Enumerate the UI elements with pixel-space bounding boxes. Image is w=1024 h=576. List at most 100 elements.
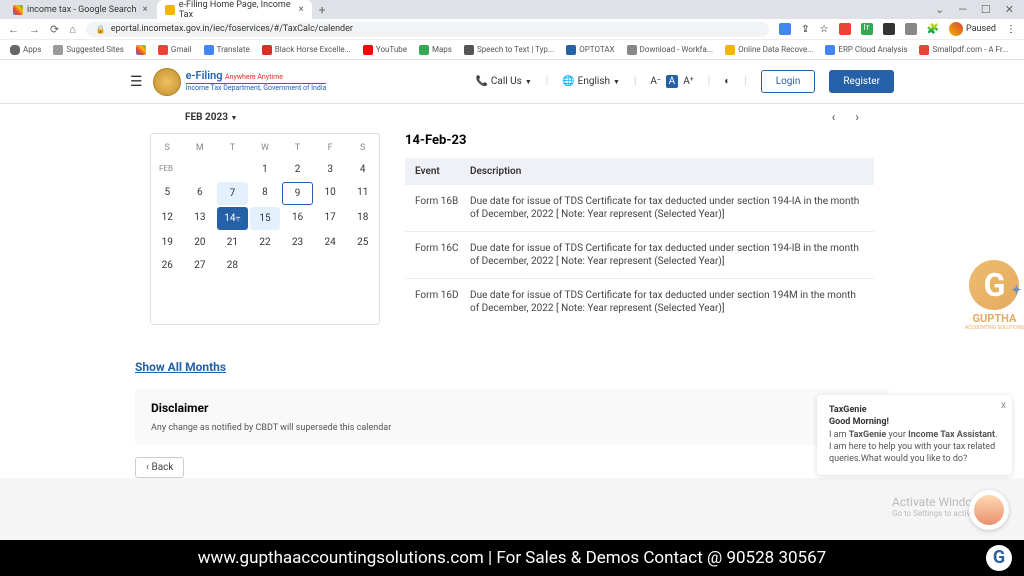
ext-icon[interactable] xyxy=(839,23,851,35)
phone-icon: 📞 xyxy=(475,76,487,87)
language-dropdown[interactable]: 🌐 English ▼ xyxy=(562,76,620,87)
bookmarks-bar: Apps Suggested Sites Gmail Translate Bla… xyxy=(0,39,1024,59)
hamburger-icon[interactable]: ☰ xyxy=(130,74,143,90)
ext-icon[interactable] xyxy=(905,23,917,35)
bookmark-speech[interactable]: Speech to Text | Typ... xyxy=(464,45,554,55)
youtube-icon xyxy=(363,45,373,55)
bookmark-blackhorse[interactable]: Black Horse Excelle... xyxy=(262,45,351,55)
calendar-day-outlined[interactable]: 9 xyxy=(282,182,313,205)
calendar-day-selected[interactable]: 14⥾ xyxy=(217,207,248,230)
show-all-months-link[interactable]: Show All Months xyxy=(135,360,889,374)
calendar-day[interactable]: 22 xyxy=(249,231,282,254)
mic-icon xyxy=(464,45,474,55)
calendar-day[interactable]: 24 xyxy=(314,231,347,254)
new-tab-button[interactable]: + xyxy=(319,3,326,17)
close-icon[interactable]: × xyxy=(142,4,147,15)
ext-icon[interactable] xyxy=(883,23,895,35)
month-badge: FEB xyxy=(151,158,184,181)
login-button[interactable]: Login xyxy=(761,70,816,93)
calendar-day-highlighted[interactable]: 15 xyxy=(250,207,281,230)
calendar-day[interactable]: 13 xyxy=(184,206,217,231)
ext-icon[interactable]: Iт xyxy=(861,23,873,35)
url-text: eportal.incometax.gov.in/iec/foservices/… xyxy=(111,24,353,34)
next-month-icon[interactable]: › xyxy=(855,110,859,124)
back-icon[interactable]: ← xyxy=(8,23,19,36)
calendar-day[interactable]: 20 xyxy=(184,231,217,254)
tab-google[interactable]: income tax - Google Search × xyxy=(5,0,156,19)
profile-paused[interactable]: Paused xyxy=(949,22,996,36)
close-icon[interactable]: × xyxy=(298,4,303,15)
calendar-day[interactable]: 17 xyxy=(314,206,347,231)
month-label[interactable]: FEB 2023 ▼ xyxy=(185,112,237,123)
calendar-day[interactable]: 8 xyxy=(249,181,282,206)
share-icon[interactable]: ⇪ xyxy=(801,24,809,35)
expand-icon[interactable]: ⌄ xyxy=(935,3,944,16)
logo[interactable]: e-Filing Anywhere Anytime Income Tax Dep… xyxy=(153,68,327,96)
calendar-day[interactable]: 26 xyxy=(151,254,184,277)
bookmark-maps[interactable]: Maps xyxy=(419,45,452,55)
maximize-icon[interactable]: ☐ xyxy=(981,3,991,16)
bookmark-erpcloud[interactable]: ERP Cloud Analysis xyxy=(825,45,907,55)
menu-icon[interactable]: ⋮ xyxy=(1006,24,1016,35)
calendar-day[interactable]: 23 xyxy=(281,231,314,254)
bookmark-youtube[interactable]: YouTube xyxy=(363,45,407,55)
reload-icon[interactable]: ⟳ xyxy=(50,23,59,36)
ext-icon[interactable] xyxy=(779,23,791,35)
calendar-day-headers: S M T W T F S xyxy=(151,138,379,158)
calendar-day[interactable]: 12 xyxy=(151,206,184,231)
bookmark-gmail[interactable]: Gmail xyxy=(158,45,192,55)
event-description: Due date for issue of TDS Certificate fo… xyxy=(470,289,864,315)
bookmark-smallpdf[interactable]: Smallpdf.com - A Fr... xyxy=(919,45,1008,55)
register-button[interactable]: Register xyxy=(829,70,894,93)
efiling-icon xyxy=(165,5,175,15)
puzzle-icon[interactable]: 🧩 xyxy=(927,24,939,35)
font-size-controls: A⁻ A A⁺ xyxy=(650,75,693,88)
nav-icons: ← → ⟳ ⌂ xyxy=(8,23,76,36)
tab-title: income tax - Google Search xyxy=(27,5,136,15)
calendar-day[interactable]: 6 xyxy=(184,181,217,206)
prev-month-icon[interactable]: ‹ xyxy=(832,110,836,124)
disclaimer-title: Disclaimer xyxy=(151,401,873,415)
forward-icon[interactable]: → xyxy=(29,23,40,36)
minimize-icon[interactable]: — xyxy=(958,3,967,16)
back-button[interactable]: ‹ Back xyxy=(135,457,184,478)
bookmark-translate[interactable]: Translate xyxy=(204,45,250,55)
taxgenie-greeting: Good Morning! xyxy=(829,417,1000,429)
bookmark-onlinedata[interactable]: Online Data Recove... xyxy=(725,45,813,55)
font-increase[interactable]: A⁺ xyxy=(683,76,694,87)
calendar-day[interactable]: 16 xyxy=(281,206,314,231)
bookmark-optotax[interactable]: OPTOTAX xyxy=(566,45,614,55)
font-decrease[interactable]: A⁻ xyxy=(650,76,660,87)
calendar-day[interactable]: 19 xyxy=(151,231,184,254)
calendar-day[interactable]: 11 xyxy=(346,181,379,206)
url-field[interactable]: 🔒 eportal.incometax.gov.in/iec/foservice… xyxy=(86,22,769,37)
bookmark-apps[interactable]: Apps xyxy=(10,45,41,55)
taxgenie-avatar-button[interactable] xyxy=(969,490,1009,530)
google-icon[interactable] xyxy=(136,45,146,55)
calendar-day[interactable]: 10 xyxy=(314,181,347,206)
calendar-day[interactable]: 2 xyxy=(281,158,314,181)
call-us-dropdown[interactable]: 📞 Call Us ▼ xyxy=(475,76,531,87)
calendar-widget: S M T W T F S FEB 1 2 3 4 5 6 xyxy=(150,133,380,325)
contrast-icon[interactable]: ◐ xyxy=(724,76,730,87)
close-window-icon[interactable]: ✕ xyxy=(1005,3,1014,16)
close-icon[interactable]: x xyxy=(1001,399,1006,412)
tab-efiling[interactable]: e-Filing Home Page, Income Tax × xyxy=(157,0,312,19)
event-row: Form 16B Due date for issue of TDS Certi… xyxy=(405,185,874,232)
calendar-day[interactable]: 25 xyxy=(346,231,379,254)
star-icon[interactable]: ☆ xyxy=(820,24,829,35)
font-normal[interactable]: A xyxy=(666,75,679,88)
calendar-day[interactable]: 28 xyxy=(216,254,249,277)
maps-icon xyxy=(419,45,429,55)
calendar-day[interactable]: 3 xyxy=(314,158,347,181)
calendar-day[interactable]: 1 xyxy=(249,158,282,181)
bookmark-workfa[interactable]: Download - Workfa... xyxy=(627,45,714,55)
calendar-day[interactable]: 5 xyxy=(151,181,184,206)
calendar-day-highlighted[interactable]: 7 xyxy=(217,182,248,205)
bookmark-suggested[interactable]: Suggested Sites xyxy=(53,45,124,55)
calendar-day[interactable]: 18 xyxy=(346,206,379,231)
calendar-day[interactable]: 21 xyxy=(216,231,249,254)
home-icon[interactable]: ⌂ xyxy=(69,23,76,36)
calendar-day[interactable]: 4 xyxy=(346,158,379,181)
calendar-day[interactable]: 27 xyxy=(184,254,217,277)
